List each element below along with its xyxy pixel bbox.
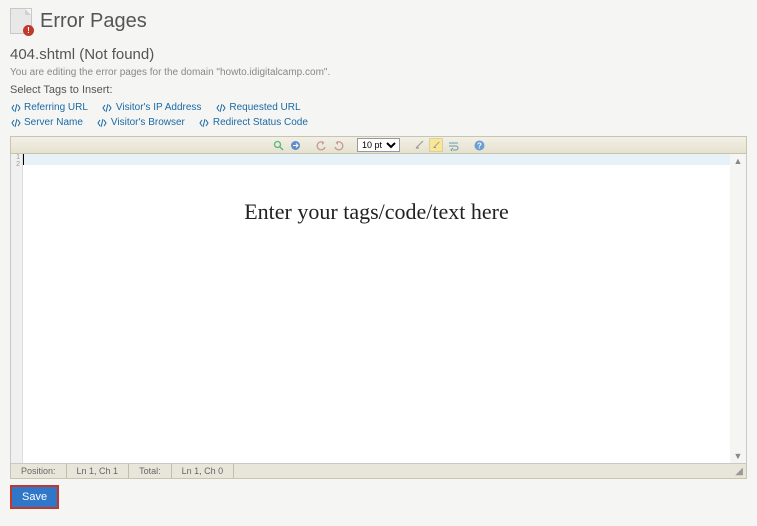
line-gutter: 1 2: [11, 154, 23, 463]
editor-body: 1 2 Enter your tags/code/text here ▲ ▼: [10, 154, 747, 464]
editor-placeholder: Enter your tags/code/text here: [23, 199, 730, 225]
wrap-icon[interactable]: [446, 138, 460, 152]
tag-label: Requested URL: [229, 102, 300, 113]
actions-bar: Save: [10, 485, 747, 509]
save-button[interactable]: Save: [10, 485, 59, 509]
tag-requested-url[interactable]: Requested URL: [215, 102, 300, 113]
editor-statusbar: Position: Ln 1, Ch 1 Total: Ln 1, Ch 0 ◢: [10, 464, 747, 479]
editor-textarea[interactable]: Enter your tags/code/text here: [23, 154, 730, 463]
status-position-value: Ln 1, Ch 1: [67, 464, 130, 478]
current-line-highlight: [23, 154, 730, 165]
code-icon: [102, 102, 113, 113]
code-icon: [10, 102, 21, 113]
help-icon[interactable]: ?: [472, 138, 486, 152]
reset-highlight-icon[interactable]: [412, 138, 426, 152]
resize-grip-icon[interactable]: ◢: [735, 466, 746, 477]
code-icon: [97, 117, 108, 128]
page-header: ! Error Pages: [0, 0, 757, 40]
tag-row-2: Server Name Visitor's Browser Redirect S…: [0, 115, 757, 130]
status-total-label: Total:: [129, 464, 172, 478]
tag-row-1: Referring URL Visitor's IP Address Reque…: [0, 100, 757, 115]
redo-icon[interactable]: [331, 138, 345, 152]
line-number: 2: [11, 161, 20, 168]
text-cursor: [23, 154, 24, 165]
tag-label: Redirect Status Code: [213, 117, 308, 128]
editing-description: You are editing the error pages for the …: [0, 65, 757, 80]
tag-redirect-status[interactable]: Redirect Status Code: [199, 117, 308, 128]
select-tags-label: Select Tags to Insert:: [0, 80, 757, 100]
tag-visitor-ip[interactable]: Visitor's IP Address: [102, 102, 201, 113]
line-number: 1: [11, 154, 20, 161]
tag-label: Visitor's Browser: [111, 117, 185, 128]
editor-toolbar: 10 pt ?: [10, 136, 747, 154]
status-position-label: Position:: [11, 464, 67, 478]
svg-text:?: ?: [477, 141, 482, 150]
code-icon: [10, 117, 21, 128]
goto-line-icon[interactable]: [288, 138, 302, 152]
page-title: Error Pages: [40, 10, 147, 33]
code-icon: [199, 117, 210, 128]
tag-server-name[interactable]: Server Name: [10, 117, 83, 128]
scroll-down-icon[interactable]: ▼: [734, 451, 743, 461]
code-icon: [215, 102, 226, 113]
tag-label: Referring URL: [24, 102, 88, 113]
search-icon[interactable]: [271, 138, 285, 152]
tag-label: Server Name: [24, 117, 83, 128]
scroll-up-icon[interactable]: ▲: [734, 156, 743, 166]
status-total-value: Ln 1, Ch 0: [172, 464, 235, 478]
vertical-scrollbar[interactable]: ▲ ▼: [730, 154, 746, 463]
code-editor: 10 pt ? 1 2 Enter your tags/code/text he…: [10, 136, 747, 479]
font-size-select[interactable]: 10 pt: [357, 138, 400, 152]
error-badge-icon: !: [23, 25, 34, 36]
tag-referring-url[interactable]: Referring URL: [10, 102, 88, 113]
tag-visitor-browser[interactable]: Visitor's Browser: [97, 117, 185, 128]
highlight-icon[interactable]: [429, 138, 443, 152]
file-title: 404.shtml (Not found): [0, 40, 757, 65]
tag-label: Visitor's IP Address: [116, 102, 201, 113]
error-page-icon: !: [10, 8, 32, 34]
undo-icon[interactable]: [314, 138, 328, 152]
